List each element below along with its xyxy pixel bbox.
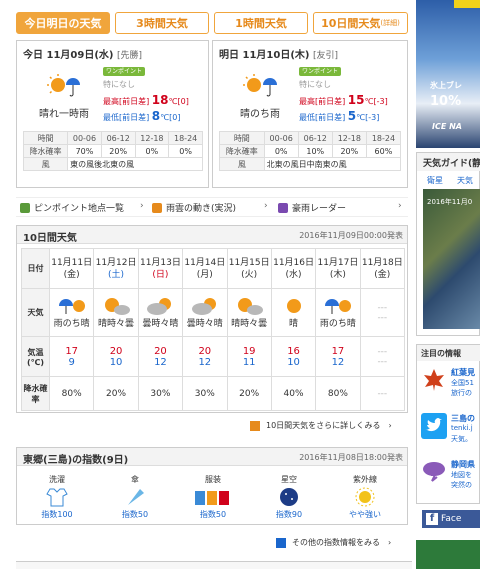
notices-title: 注目の情報 [417, 345, 480, 361]
tomorrow-onepoint-badge: ワンポイント [299, 67, 342, 76]
ten-day-more-link[interactable]: 10日間天気をさらに詳しくみる › [250, 420, 392, 431]
today-high: 最高[前日差] 18℃[0] [103, 93, 189, 107]
ad-logo-strip [454, 0, 480, 8]
index-starry-sky[interactable]: 星空 指数90 [257, 474, 321, 520]
row-rain: 降水確率 80% 20% 30% 30% 20% 40% 80% --- [21, 376, 406, 411]
info-icon [276, 537, 286, 548]
chevron-right-icon: › [398, 201, 402, 211]
tab-10day[interactable]: 10日間天気 (詳細) [313, 12, 408, 34]
satellite-map[interactable]: 2016年11月0 [423, 189, 480, 329]
facebook-button[interactable]: f Face [422, 510, 480, 528]
facebook-icon: f [426, 513, 438, 525]
clothes-icon [193, 487, 233, 507]
ten-day-header: 10日間天気 2016年11月09日00:00発表 [17, 226, 407, 244]
ten-day-issued: 2016年11月09日00:00発表 [299, 231, 403, 240]
row-temp: 気温(℃) 17 9 20 10 20 12 20 12 19 11 16 10 17 12 … [21, 336, 406, 377]
sun-rain-icon [47, 73, 81, 99]
rain-then-sun-icon [323, 296, 353, 316]
chevron-right-icon: › [264, 201, 268, 211]
link-rain-cloud[interactable]: 雨雲の動き(実況) [152, 201, 236, 214]
ad-text: 氷上ブレ [430, 81, 462, 90]
starry-sky-icon [278, 487, 300, 507]
main-content: 今日明日の天気 3時間天気 1時間天気 10日間天気 (詳細) 今日 11月09日… [0, 0, 412, 569]
row-weather: 天気 雨のち晴 晴時々曇 曇時々晴 曇時々晴 晴時々曇 晴 雨のち晴 --- --… [21, 288, 406, 337]
sun-cloud-icon [101, 296, 131, 316]
tomorrow-onepoint-text: 特になし [299, 80, 331, 89]
today-low: 最低[前日差] 8℃[0] [103, 109, 181, 123]
today-title: 今日 11月09日(水) [先勝] [23, 50, 142, 61]
tomorrow-low: 最低[前日差] 5℃[-3] [299, 109, 380, 123]
link-radar[interactable]: 豪雨レーダー [278, 201, 346, 214]
quick-links-bar: ピンポイント地点一覧 › 雨雲の動き(実況) › 豪雨レーダー › [16, 197, 408, 217]
notice-item[interactable]: 静岡県 地図を 突然の [421, 459, 480, 499]
pin-icon [20, 202, 30, 213]
indices-title: 東郷(三島)の指数(9日) [23, 455, 129, 466]
today-onepoint-text: 特になし [103, 80, 135, 89]
tomorrow-panel: 明日 11月10日(木) [友引] 晴のち雨 ワンポイント 特になし 最高[前日… [212, 40, 408, 188]
today-onepoint-badge: ワンポイント [103, 67, 146, 76]
laundry-icon [46, 487, 68, 507]
ten-day-table: 日付 11月11日 (金) 11月12日 (土) 11月13日 (日) 11月14日(… [21, 248, 406, 411]
notice-item[interactable]: 三島の tenki.j 天気。 [421, 413, 480, 453]
tire-ad-banner[interactable]: 氷上ブレ 10% ICE NA [416, 0, 480, 148]
index-umbrella[interactable]: 傘 指数50 [103, 474, 167, 520]
maple-icon [421, 367, 447, 393]
sidebar: 氷上ブレ 10% ICE NA 天気ガイド(静 衛星 天気 2016年11月0 … [414, 0, 480, 569]
today-panel: 今日 11月09日(水) [先勝] 晴れ一時雨 ワンポイント 特になし 最高[前… [16, 40, 209, 188]
thunder-cloud-icon [421, 459, 447, 485]
cloud-icon [152, 202, 162, 213]
rain-then-sun-icon [57, 296, 87, 316]
tomorrow-detail-table: 時間 00-06 06-12 12-18 18-24 降水確率 0% 10% 20% 60% 風… [219, 131, 402, 171]
uv-icon [354, 487, 376, 507]
indices-panel: 東郷(三島)の指数(9日) 2016年11月08日18:00発表 洗濯 指数10… [16, 447, 408, 525]
indices-header: 東郷(三島)の指数(9日) 2016年11月08日18:00発表 [17, 448, 407, 466]
tomorrow-title: 明日 11月10日(木) [友引] [219, 50, 338, 61]
tab-weather-map[interactable]: 天気 [457, 175, 473, 186]
sun-then-rain-icon [243, 73, 277, 99]
ten-day-title: 10日間天気 [23, 233, 77, 244]
tomorrow-high: 最高[前日差] 15℃[-3] [299, 93, 388, 107]
link-pinpoint[interactable]: ピンポイント地点一覧 [20, 201, 124, 214]
notice-item[interactable]: 紅葉見 全国51 旅行の [421, 367, 480, 407]
bottom-ad-banner[interactable] [416, 540, 480, 569]
indices-more-link[interactable]: その他の指数情報をみる › [276, 537, 391, 548]
notices-panel: 注目の情報 紅葉見 全国51 旅行の 三島の tenki.j 天気。 静岡県 地… [416, 344, 480, 504]
chevron-right-icon: › [388, 538, 392, 547]
weather-guide-title: 天気ガイド(静 [417, 153, 480, 171]
twitter-icon [421, 413, 447, 439]
tomorrow-weather-text: 晴のち雨 [240, 109, 280, 120]
indices-issued: 2016年11月08日18:00発表 [299, 453, 403, 462]
bottom-section-edge [16, 561, 412, 569]
today-weather-text: 晴れ一時雨 [39, 109, 89, 120]
cloud-sun-icon [190, 296, 220, 316]
index-uv[interactable]: 紫外線 やや強い [333, 474, 397, 520]
tab-today-tomorrow[interactable]: 今日明日の天気 [16, 12, 110, 34]
index-laundry[interactable]: 洗濯 指数100 [25, 474, 89, 520]
today-detail-table: 時間 00-06 06-12 12-18 18-24 降水確率 70% 20% 0% 0% 風東… [22, 131, 203, 171]
sun-icon [279, 296, 309, 316]
ad-percent: 10% [430, 94, 462, 109]
radar-icon [278, 202, 288, 213]
chevron-right-icon: › [388, 421, 392, 430]
tab-3hour[interactable]: 3時間天気 [115, 12, 209, 34]
calendar-icon [250, 420, 260, 431]
cloud-sun-icon [145, 296, 175, 316]
sun-cloud-icon [234, 296, 264, 316]
row-date: 日付 11月11日 (金) 11月12日 (土) 11月13日 (日) 11月14日(… [21, 248, 406, 289]
index-clothes[interactable]: 服装 指数50 [181, 474, 245, 520]
ad-brand: ICE NA [432, 122, 462, 131]
forecast-tabs: 今日明日の天気 3時間天気 1時間天気 10日間天気 (詳細) [16, 12, 408, 34]
weather-guide-panel: 天気ガイド(静 衛星 天気 2016年11月0 [416, 152, 480, 336]
ten-day-forecast: 10日間天気 2016年11月09日00:00発表 日付 11月11日 (金) 1… [16, 225, 408, 413]
umbrella-icon [124, 487, 146, 507]
tab-1hour[interactable]: 1時間天気 [214, 12, 308, 34]
tab-satellite[interactable]: 衛星 [427, 175, 443, 186]
chevron-right-icon: › [140, 201, 144, 211]
